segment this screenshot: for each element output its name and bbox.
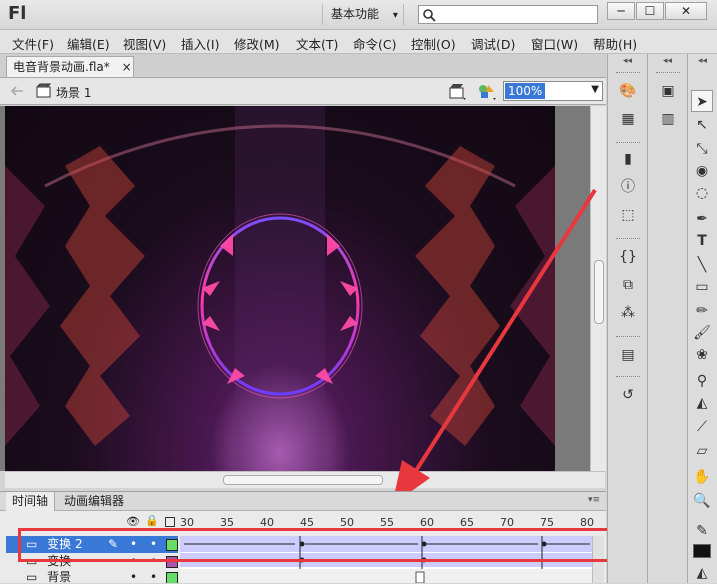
collapse-icon[interactable]: ◂◂: [608, 56, 647, 66]
menu-bar: 文件(F) 编辑(E) 视图(V) 插入(I) 修改(M) 文本(T) 命令(C…: [0, 30, 717, 54]
menu-insert[interactable]: 插入(I): [181, 34, 219, 53]
maximize-button[interactable]: ☐: [636, 2, 664, 20]
scene-label[interactable]: 场景 1: [56, 84, 91, 101]
visibility-dot[interactable]: •: [130, 569, 137, 583]
zoom-select[interactable]: 100% ▼: [503, 81, 603, 101]
edit-symbols-icon[interactable]: [476, 82, 498, 102]
panel-grip[interactable]: [616, 142, 640, 146]
components-icon[interactable]: ⧉: [617, 274, 639, 296]
code-snippets-icon[interactable]: {}: [617, 246, 639, 268]
pencil-tool-icon[interactable]: ✏: [691, 300, 713, 322]
layer-icon: ▭: [26, 570, 38, 583]
swatches-icon[interactable]: ▦: [617, 108, 639, 130]
back-arrow-icon[interactable]: [10, 85, 24, 97]
fill-bucket-icon[interactable]: ◭: [691, 562, 713, 584]
zoom-value: 100%: [505, 83, 546, 99]
panel-dock-right: ◂◂ ▣ ▥: [647, 54, 687, 583]
panel-menu-icon[interactable]: ▾≡: [588, 495, 600, 505]
line-tool-icon[interactable]: ╲: [691, 254, 713, 276]
menu-window[interactable]: 窗口(W): [531, 34, 578, 53]
chevron-down-icon: ▼: [591, 84, 599, 95]
collapse-icon[interactable]: ◂◂: [648, 56, 687, 66]
document-tab-label: 电音背景动画.fla*: [13, 60, 110, 74]
paint-bucket-tool-icon[interactable]: ◭: [691, 392, 713, 414]
panel-grip[interactable]: [656, 72, 680, 76]
horizontal-scroll-thumb[interactable]: [223, 475, 383, 485]
tools-panel: ◂◂ ➤ ↖ ⤡ ◉ ◌ ✒ T ╲ ▭ ✏ 🖌 ❀ ⚲ ◭ ⟋ ▱ ✋ 🔍 ✎…: [687, 54, 717, 583]
edit-scene-icon[interactable]: [448, 82, 468, 102]
menu-view[interactable]: 视图(V): [123, 34, 166, 53]
panel-grip[interactable]: [616, 72, 640, 76]
menu-commands[interactable]: 命令(C): [353, 34, 396, 53]
tab-timeline[interactable]: 时间轴: [6, 492, 56, 511]
collapse-icon[interactable]: ◂◂: [688, 56, 717, 66]
layer-color-swatch[interactable]: [166, 572, 178, 583]
selection-tool-icon[interactable]: ➤: [691, 90, 713, 112]
eyedropper-tool-icon[interactable]: ⟋: [691, 416, 713, 438]
history-icon[interactable]: ↺: [617, 384, 639, 406]
library-icon[interactable]: ▥: [657, 108, 679, 130]
chevron-down-icon: ▾: [392, 10, 398, 21]
text-tool-icon[interactable]: T: [691, 230, 713, 252]
annotation-arrow: [392, 188, 597, 505]
fill-color-swatch[interactable]: [693, 544, 711, 558]
properties-icon[interactable]: ▣: [657, 80, 679, 102]
info-icon[interactable]: ⓘ: [617, 176, 639, 198]
tab-close-icon[interactable]: ×: [122, 60, 132, 74]
document-tab[interactable]: 电音背景动画.fla* ×: [6, 56, 134, 77]
transform-icon[interactable]: ⬚: [617, 204, 639, 226]
search-icon: [423, 9, 436, 22]
minimize-button[interactable]: ─: [607, 2, 635, 20]
workspace-switcher[interactable]: 基本功能 ▾: [322, 4, 404, 25]
panel-dock-left: ◂◂ 🎨 ▦ ▮ ⓘ ⬚ {} ⧉ ⁂ ▤ ↺: [607, 54, 647, 583]
zoom-tool-icon[interactable]: 🔍: [691, 490, 713, 512]
close-button[interactable]: ✕: [665, 2, 707, 20]
panel-grip[interactable]: [616, 336, 640, 340]
panel-grip[interactable]: [616, 238, 640, 242]
menu-edit[interactable]: 编辑(E): [67, 34, 110, 53]
menu-control[interactable]: 控制(O): [411, 34, 456, 53]
outline-icon[interactable]: [165, 517, 175, 527]
lock-icon[interactable]: 🔒: [145, 514, 159, 527]
flash-logo: Fl: [8, 3, 27, 24]
hand-tool-icon[interactable]: ✋: [691, 466, 713, 488]
subselection-tool-icon[interactable]: ↖: [691, 114, 713, 136]
lasso-tool-icon[interactable]: ◌: [691, 182, 713, 204]
layer-row[interactable]: ▭ 背景 • •: [6, 569, 178, 583]
menu-file[interactable]: 文件(F): [12, 34, 54, 53]
eye-icon[interactable]: 👁: [126, 515, 140, 528]
workspace-label: 基本功能: [331, 7, 380, 21]
help-search-input[interactable]: [418, 5, 598, 24]
color-icon[interactable]: 🎨: [617, 80, 639, 102]
motion-presets-icon[interactable]: ⁂: [617, 302, 639, 324]
deco-tool-icon[interactable]: ❀: [691, 344, 713, 366]
menu-text[interactable]: 文本(T): [296, 34, 338, 53]
rectangle-tool-icon[interactable]: ▭: [691, 276, 713, 298]
3d-rotation-tool-icon[interactable]: ◉: [691, 160, 713, 182]
bone-tool-icon[interactable]: ⚲: [691, 370, 713, 392]
annotation-highlight-box: [18, 528, 622, 562]
align-icon[interactable]: ▮: [617, 148, 639, 170]
brush-tool-icon[interactable]: 🖌: [691, 322, 713, 344]
menu-help[interactable]: 帮助(H): [593, 34, 637, 53]
free-transform-tool-icon[interactable]: ⤡: [691, 138, 713, 160]
tab-motion-editor[interactable]: 动画编辑器: [58, 492, 130, 511]
layer-name[interactable]: 背景: [47, 570, 71, 583]
timeline-header: 时间轴 动画编辑器 ▾≡: [0, 491, 606, 511]
eraser-tool-icon[interactable]: ▱: [691, 440, 713, 462]
scene-panel-icon[interactable]: ▤: [617, 344, 639, 366]
lock-dot[interactable]: •: [150, 569, 157, 583]
menu-modify[interactable]: 修改(M): [234, 34, 280, 53]
panel-grip[interactable]: [616, 376, 640, 380]
pen-tool-icon[interactable]: ✒: [691, 208, 713, 230]
stroke-color-icon[interactable]: ✎: [691, 520, 713, 542]
scene-icon: [36, 83, 52, 98]
menu-debug[interactable]: 调试(D): [471, 34, 515, 53]
